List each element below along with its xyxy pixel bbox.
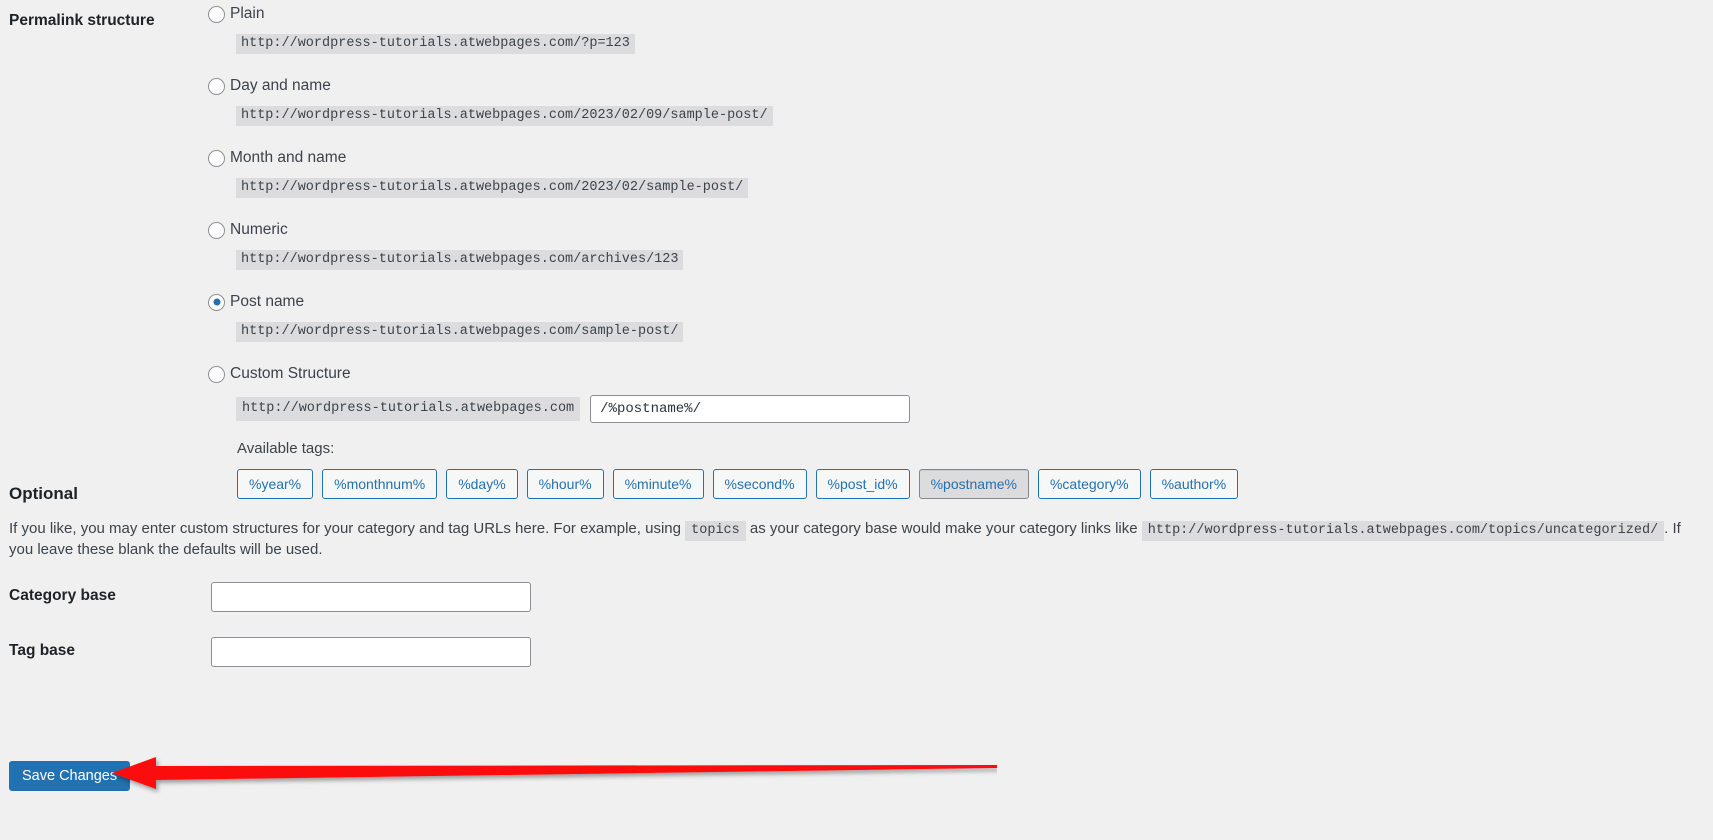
tag-button-postname[interactable]: %postname%	[918, 469, 1029, 499]
permalink-option-plain[interactable]: Plain http://wordpress-tutorials.atwebpa…	[208, 0, 1238, 54]
permalink-structure-label: Permalink structure	[9, 12, 155, 29]
tag-button-monthnum[interactable]: %monthnum%	[322, 469, 438, 499]
permalink-option-url: http://wordpress-tutorials.atwebpages.co…	[236, 250, 684, 270]
permalink-option-url: http://wordpress-tutorials.atwebpages.co…	[236, 178, 749, 198]
radio-post-name[interactable]	[208, 293, 225, 311]
radio-numeric[interactable]	[208, 221, 225, 239]
radio-plain[interactable]	[208, 5, 225, 23]
tag-button-second[interactable]: %second%	[712, 469, 807, 499]
tag-base-label: Tag base	[9, 642, 76, 659]
permalink-option-custom-structure[interactable]: Custom Structure http://wordpress-tutori…	[208, 360, 1239, 499]
radio-month-and-name[interactable]	[208, 149, 225, 167]
custom-structure-prefix: http://wordpress-tutorials.atwebpages.co…	[236, 397, 581, 421]
permalink-option-url: http://wordpress-tutorials.atwebpages.co…	[236, 322, 684, 342]
tag-button-post-id[interactable]: %post_id%	[815, 469, 910, 499]
permalink-option-label: Plain	[230, 5, 265, 23]
permalink-option-label: Custom Structure	[230, 365, 351, 383]
permalink-option-url: http://wordpress-tutorials.atwebpages.co…	[236, 106, 773, 126]
radio-custom-structure[interactable]	[208, 365, 225, 383]
tag-base-input[interactable]	[211, 637, 531, 667]
red-arrow-annotation	[112, 756, 997, 798]
permalink-option-label: Month and name	[230, 149, 347, 167]
tag-base-row: Tag base	[0, 637, 1000, 669]
custom-structure-input[interactable]	[590, 395, 911, 423]
tag-button-hour[interactable]: %hour%	[526, 469, 604, 499]
optional-desc-code-example-url: http://wordpress-tutorials.atwebpages.co…	[1141, 521, 1665, 541]
permalink-options-list: Plain http://wordpress-tutorials.atwebpa…	[208, 0, 1239, 499]
permalink-settings-page: Permalink structure Plain http://wordpre…	[0, 0, 1713, 840]
radio-day-and-name[interactable]	[208, 77, 225, 95]
custom-structure-row: http://wordpress-tutorials.atwebpages.co…	[236, 395, 1238, 423]
permalink-option-post-name[interactable]: Post name http://wordpress-tutorials.atw…	[208, 288, 1238, 342]
optional-heading: Optional	[9, 484, 78, 503]
available-tags-list: %year% %monthnum% %day% %hour% %minute% …	[237, 469, 1239, 499]
tag-button-day[interactable]: %day%	[446, 469, 518, 499]
tag-button-author[interactable]: %author%	[1149, 469, 1239, 499]
tag-button-minute[interactable]: %minute%	[612, 469, 704, 499]
category-base-input[interactable]	[211, 582, 531, 612]
permalink-option-month-and-name[interactable]: Month and name http://wordpress-tutorial…	[208, 144, 1238, 198]
permalink-option-label: Post name	[230, 293, 305, 311]
permalink-option-label: Numeric	[230, 221, 288, 239]
permalink-option-label: Day and name	[230, 77, 331, 95]
permalink-option-url: http://wordpress-tutorials.atwebpages.co…	[236, 34, 635, 54]
optional-description: If you like, you may enter custom struct…	[9, 519, 1709, 559]
category-base-label: Category base	[9, 587, 116, 604]
optional-desc-part2: as your category base would make your ca…	[749, 520, 1138, 537]
permalink-option-numeric[interactable]: Numeric http://wordpress-tutorials.atweb…	[208, 216, 1238, 270]
permalink-option-day-and-name[interactable]: Day and name http://wordpress-tutorials.…	[208, 72, 1238, 126]
arrow-left-icon	[112, 757, 997, 789]
optional-desc-code-topics: topics	[685, 521, 746, 541]
tag-button-year[interactable]: %year%	[237, 469, 314, 499]
save-changes-button[interactable]: Save Changes	[9, 761, 131, 791]
optional-desc-part1: If you like, you may enter custom struct…	[9, 520, 681, 537]
available-tags-label: Available tags:	[237, 440, 335, 457]
tag-button-category[interactable]: %category%	[1037, 469, 1141, 499]
category-base-row: Category base	[0, 582, 1000, 614]
